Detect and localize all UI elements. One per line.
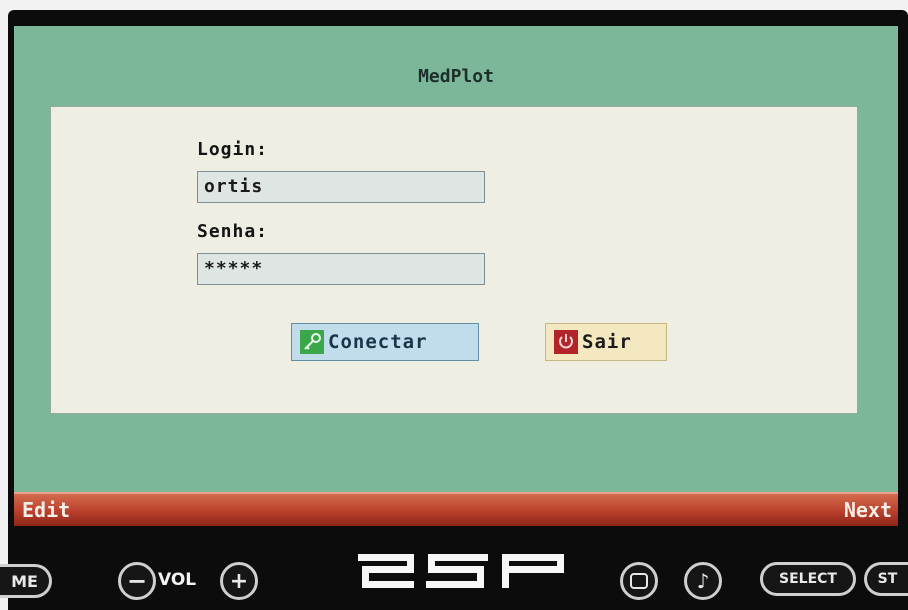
select-button[interactable]: SELECT — [760, 562, 856, 596]
minus-icon: − — [126, 567, 148, 595]
password-input[interactable]: ***** — [197, 253, 485, 285]
password-label: Senha: — [197, 221, 269, 242]
key-icon — [300, 330, 324, 354]
start-button[interactable]: ST — [864, 562, 908, 596]
vol-label: VOL — [158, 570, 197, 590]
login-input[interactable]: ortis — [197, 171, 485, 203]
exit-button[interactable]: Sair — [545, 323, 667, 361]
app-title: MedPlot — [418, 66, 494, 87]
login-label: Login: — [197, 139, 269, 160]
home-label: ME — [11, 571, 38, 591]
login-panel: Login: ortis Senha: ***** Conectar Sair — [50, 106, 858, 414]
softkey-next[interactable]: Next — [844, 498, 892, 522]
sound-button[interactable]: ♪ — [684, 562, 722, 600]
connect-button[interactable]: Conectar — [291, 323, 479, 361]
connect-label: Conectar — [328, 331, 428, 353]
volume-down-button[interactable]: − — [118, 562, 156, 600]
password-value: ***** — [204, 258, 264, 279]
psp-logo — [358, 554, 564, 588]
start-label: ST — [877, 571, 898, 587]
softkey-bar: Edit Next — [14, 492, 898, 526]
square-icon — [630, 573, 648, 589]
select-label: SELECT — [779, 571, 837, 587]
exit-label: Sair — [582, 331, 632, 353]
volume-up-button[interactable]: + — [220, 562, 258, 600]
screen: MedPlot Login: ortis Senha: ***** Conect… — [14, 26, 898, 496]
home-button[interactable]: ME — [0, 564, 52, 598]
login-value: ortis — [204, 176, 264, 197]
music-note-icon: ♪ — [696, 569, 710, 593]
softkey-edit[interactable]: Edit — [22, 498, 70, 522]
screen-button[interactable] — [620, 562, 658, 600]
power-icon — [554, 330, 578, 354]
plus-icon: + — [229, 568, 249, 594]
